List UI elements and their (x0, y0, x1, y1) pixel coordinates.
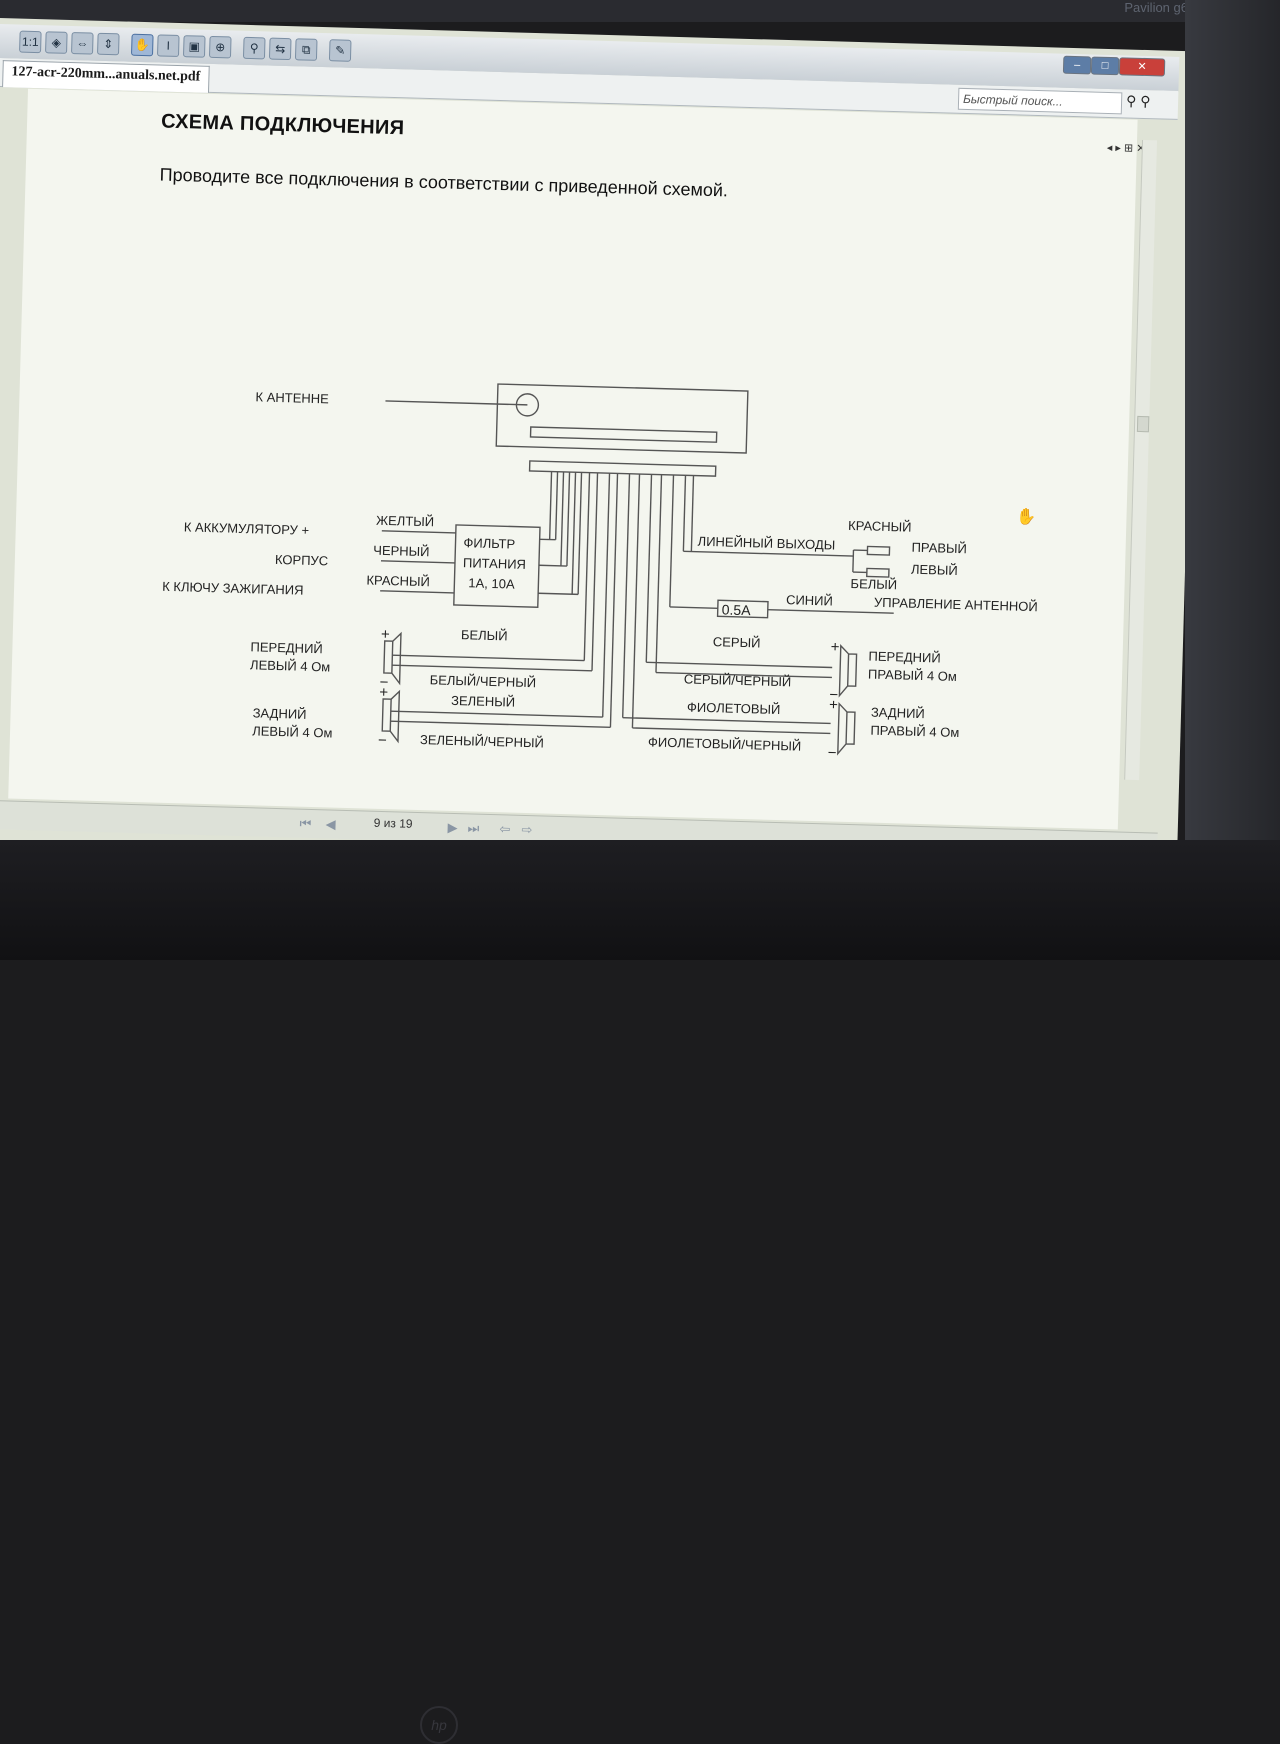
filter-label-2: ПИТАНИЯ (463, 555, 526, 572)
front-left-plus-wire: БЕЛЫЙ (461, 627, 508, 643)
back-arrow-icon[interactable]: ⇦ (499, 821, 510, 837)
antenna-control-label: УПРАВЛЕНИЕ АНТЕННОЙ (874, 595, 1038, 615)
rear-left-name-1: ЗАДНИЙ (252, 705, 306, 721)
front-right-plus-wire: СЕРЫЙ (713, 634, 761, 650)
monitor-model-label: Pavilion g6 (1124, 0, 1188, 15)
rear-right-minus-wire: ФИОЛЕТОВЫЙ/ЧЕРНЫЙ (648, 734, 802, 753)
last-page-icon[interactable]: ⏭ (467, 820, 479, 836)
rca-right (867, 546, 889, 555)
antenna-label: К АНТЕННЕ (255, 389, 329, 406)
fit-width-icon[interactable]: ⇔ (71, 32, 94, 55)
rear-left-minus-wire: ЗЕЛЕНЫЙ/ЧЕРНЫЙ (420, 732, 544, 750)
wiring-diagram: К АНТЕННЕ К АККУМУЛЯТОРУ + КОРПУС К КЛЮЧ… (8, 89, 1137, 830)
front-right-plus-sign: + (831, 638, 840, 655)
rear-left-minus-sign: − (378, 732, 387, 749)
front-left-name-1: ПЕРЕДНИЙ (250, 639, 323, 656)
ground-label: КОРПУС (275, 552, 329, 568)
line-out-label: ЛИНЕЙНЫЙ ВЫХОДЫ (697, 534, 835, 553)
cd-slot (531, 427, 717, 442)
speaker-front-right (839, 646, 856, 696)
page-indicator[interactable]: 9 из 19 (373, 816, 412, 831)
zoom-icon[interactable]: ⊕ (209, 36, 232, 59)
maximize-button[interactable]: □ (1091, 56, 1119, 75)
rear-right-plus-wire: ФИОЛЕТОВЫЙ (687, 699, 781, 717)
pdf-page: СХЕМА ПОДКЛЮЧЕНИЯ Проводите все подключе… (8, 89, 1137, 830)
fit-height-icon[interactable]: ⇕ (97, 33, 120, 56)
battery-label: К АККУМУЛЯТОРУ + (184, 519, 310, 537)
monitor-bezel-top: Pavilion g6 (0, 0, 1280, 22)
minimize-button[interactable]: – (1063, 56, 1091, 75)
antenna-wire (385, 401, 527, 405)
snapshot-icon[interactable]: ▣ (183, 35, 206, 58)
rear-right-minus-sign: − (828, 744, 837, 761)
front-right-minus-wire: СЕРЫЙ/ЧЕРНЫЙ (684, 671, 792, 689)
monitor-bezel-right (1185, 0, 1280, 860)
blue-wire-label: СИНИЙ (786, 592, 833, 608)
hand-tool-icon[interactable]: ✋ (131, 34, 154, 57)
wire-yellow-label: ЖЕЛТЫЙ (376, 513, 434, 530)
swap-icon[interactable]: ⇆ (269, 38, 292, 61)
monitor: Pavilion g6 1:1 ◈ ⇔ ⇕ ✋ I ▣ ⊕ ⚲ ⇆ ⧉ ✎ – … (0, 0, 1280, 960)
front-left-minus-wire: БЕЛЫЙ/ЧЕРНЫЙ (429, 672, 536, 690)
hp-logo: hp (420, 1706, 458, 1744)
front-left-plus-sign: + (381, 626, 390, 643)
find-binoculars-icon[interactable]: ⚲ ⚲ (1126, 92, 1151, 110)
hand-cursor-icon: ✋ (1016, 507, 1036, 528)
filter-label-1: ФИЛЬТР (463, 535, 515, 551)
rear-left-name-2: ЛЕВЫЙ 4 Ом (252, 723, 333, 740)
fit-page-icon[interactable]: ◈ (45, 31, 68, 54)
front-right-name-1: ПЕРЕДНИЙ (868, 649, 941, 666)
line-out-red-label: КРАСНЫЙ (848, 518, 912, 535)
screen: 1:1 ◈ ⇔ ⇕ ✋ I ▣ ⊕ ⚲ ⇆ ⧉ ✎ – □ ✕ 127-acr-… (0, 18, 1200, 881)
front-left-name-2: ЛЕВЫЙ 4 Ом (250, 657, 331, 674)
copy-icon[interactable]: ⧉ (295, 38, 318, 61)
rear-right-plus-sign: + (829, 696, 838, 713)
filter-label-3: 1А, 10А (468, 575, 515, 591)
line-out-left-label: ЛЕВЫЙ (911, 562, 958, 578)
actual-size-icon[interactable]: 1:1 (19, 31, 42, 54)
wire-red-label: КРАСНЫЙ (366, 572, 430, 589)
find-icon[interactable]: ⚲ (243, 37, 266, 60)
document-tab[interactable]: 127-acr-220mm...anuals.net.pdf (2, 60, 210, 93)
monitor-bezel-bottom: hp (0, 840, 1280, 960)
pane-controls-icon[interactable]: ◂ ▸ ⊞ ✕ (1107, 141, 1146, 155)
first-page-icon[interactable]: ⏮ (299, 816, 311, 832)
prev-page-icon[interactable]: ◀ (325, 816, 335, 832)
close-button[interactable]: ✕ (1119, 57, 1165, 76)
rear-right-name-1: ЗАДНИЙ (871, 705, 925, 721)
text-select-icon[interactable]: I (157, 34, 180, 57)
rear-left-plus-wire: ЗЕЛЕНЫЙ (451, 693, 515, 710)
next-page-icon[interactable]: ▶ (447, 820, 457, 836)
front-right-name-2: ПРАВЫЙ 4 Ом (868, 666, 957, 683)
forward-arrow-icon[interactable]: ⇨ (521, 822, 532, 838)
line-out-white-label: БЕЛЫЙ (850, 576, 897, 592)
bookmark-icon[interactable]: ✎ (329, 39, 352, 62)
fuse-label: 0.5A (722, 601, 752, 618)
speaker-rear-right (838, 704, 855, 754)
wire-black-label: ЧЕРНЫЙ (373, 543, 430, 560)
scrollbar-thumb[interactable] (1137, 416, 1149, 432)
rear-left-plus-sign: + (379, 684, 388, 701)
line-out-right-label: ПРАВЫЙ (911, 540, 967, 557)
rear-right-name-2: ПРАВЫЙ 4 Ом (870, 723, 959, 740)
quick-search-input[interactable]: Быстрый поиск... (958, 88, 1123, 115)
ignition-label: К КЛЮЧУ ЗАЖИГАНИЯ (162, 579, 304, 598)
